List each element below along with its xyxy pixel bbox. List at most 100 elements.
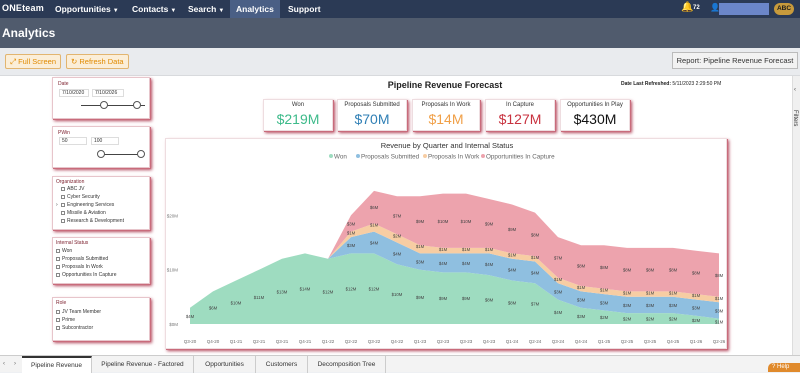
bell-icon[interactable]: 🔔 [681,2,693,13]
legend-entry: Proposals In Work [428,154,480,161]
data-label: $4M [439,261,448,266]
data-label: $4M [370,241,379,246]
data-label: $6M [370,205,379,210]
status-option[interactable]: Won [62,248,72,254]
data-label: $3M [623,303,632,308]
role-option[interactable]: Prime [62,317,75,323]
checkbox[interactable] [61,187,65,191]
checkbox[interactable] [56,249,60,253]
full-screen-button[interactable]: ⤢ Full Screen [5,54,62,69]
refresh-data-button[interactable]: ↻ Refresh Data [66,54,129,69]
checkbox[interactable] [61,219,65,223]
chevron-right-icon[interactable]: › [14,361,16,367]
role-slicer-label: Role [56,300,67,306]
data-label: $13M [277,289,288,294]
filters-label[interactable]: Filters [792,110,798,126]
role-option[interactable]: Subcontractor [62,325,93,331]
organization-option[interactable]: Engineering Services [67,202,114,208]
user-badge[interactable]: ABC [774,3,794,15]
data-label: $1M [531,255,540,260]
checkbox[interactable] [61,203,65,207]
data-label: $9M [485,221,494,226]
organization-option[interactable]: Research & Development [67,218,124,224]
x-tick-label: Q4-25 [667,339,680,344]
chart-title: Revenue by Quarter and Internal Status [381,141,514,150]
expand-icon[interactable]: › [56,202,58,208]
kpi-card-opportunities-in-play: Opportunities In Play $430M [560,99,630,131]
y-tick-label: $20M [167,213,179,218]
nav-search[interactable]: Search ▼ [182,0,230,18]
x-tick-label: Q4-22 [391,339,404,344]
data-label: $9M [462,296,471,301]
data-label: $1M [554,277,563,282]
data-label: $10M [231,300,242,305]
tab-customers[interactable]: Customers [256,356,308,373]
data-label: $3M [669,303,678,308]
status-option[interactable]: Opportunities In Capture [62,272,116,278]
kpi-value: $14M [428,111,464,127]
x-tick-label: Q4-23 [483,339,496,344]
chevron-down-icon: ▼ [218,8,225,14]
data-label: $7M [554,255,563,260]
data-label: $4M [508,268,517,273]
kpi-card-won: Won $219M [263,99,333,131]
organization-option[interactable]: Cyber Security [67,194,100,200]
report-selector[interactable]: Report: Pipeline Revenue Forecast [672,52,798,69]
pwin-min-input[interactable]: 50 [59,137,87,145]
chevron-left-icon[interactable]: ‹ [3,361,5,367]
role-option[interactable]: JV Team Member [62,309,101,315]
data-label: $1M [508,252,517,257]
last-refreshed: Date Last Refreshed: 5/11/2023 2:29:50 P… [621,81,722,87]
checkbox[interactable] [56,326,60,330]
data-label: $1M [692,293,701,298]
nav-analytics[interactable]: Analytics [230,0,280,18]
x-tick-label: Q1-24 [506,339,519,344]
checkbox[interactable] [56,273,60,277]
x-tick-label: Q1-26 [690,339,703,344]
legend-marker [423,154,427,158]
organization-option[interactable]: Missile & Aviation [67,210,106,216]
date-slider-max-handle[interactable] [133,101,141,109]
data-label: $10M [438,219,449,224]
data-label: $3M [416,260,425,265]
checkbox[interactable] [56,310,60,314]
chevron-left-icon[interactable]: ‹ [794,87,796,93]
organization-option[interactable]: ABC JV [67,186,85,192]
tab-decomposition-tree[interactable]: Decomposition Tree [308,356,386,373]
refresh-icon: ↻ [71,57,78,66]
checkbox[interactable] [56,257,60,261]
nav-contacts[interactable]: Contacts ▼ [126,0,182,18]
revenue-area-chart[interactable]: Revenue by Quarter and Internal Status Wo… [166,139,728,350]
data-label: $3M [715,308,724,313]
help-button[interactable]: ? Help [768,363,800,372]
date-slider-min-handle[interactable] [100,101,108,109]
nav-opportunities[interactable]: Opportunities ▼ [49,0,125,18]
date-to-input[interactable]: 7/10/2026 [92,89,124,97]
page-tabs: ‹ › Pipeline Revenue Pipeline Revenue - … [0,355,800,373]
kpi-card-proposals-submitted: Proposals Submitted $70M [337,99,407,131]
brand-logo[interactable]: ONEteam [2,3,44,13]
data-label: $4M [393,251,402,256]
status-option[interactable]: Proposals Submitted [62,256,108,262]
nav-support[interactable]: Support [282,0,327,18]
date-from-input[interactable]: 7/10/2020 [59,89,89,97]
checkbox[interactable] [61,195,65,199]
data-label: $12M [323,289,334,294]
status-option[interactable]: Proposals In Work [62,264,103,270]
checkbox[interactable] [56,265,60,269]
tab-opportunities[interactable]: Opportunities [194,356,256,373]
checkbox[interactable] [61,211,65,215]
expand-icon: ⤢ [10,57,16,66]
checkbox[interactable] [56,318,60,322]
data-label: $14M [300,287,311,292]
user-name-field[interactable] [719,3,769,15]
tab-pipeline-revenue[interactable]: Pipeline Revenue [22,356,92,373]
data-label: $4M [462,261,471,266]
pwin-max-input[interactable]: 100 [91,137,119,145]
pwin-slider-min-handle[interactable] [97,150,105,158]
data-label: $3M [577,298,586,303]
tab-pipeline-revenue-factored[interactable]: Pipeline Revenue - Factored [92,356,194,373]
pwin-slider-max-handle[interactable] [137,150,145,158]
data-label: $8M [715,273,724,278]
chevron-down-icon: ▼ [170,8,177,14]
